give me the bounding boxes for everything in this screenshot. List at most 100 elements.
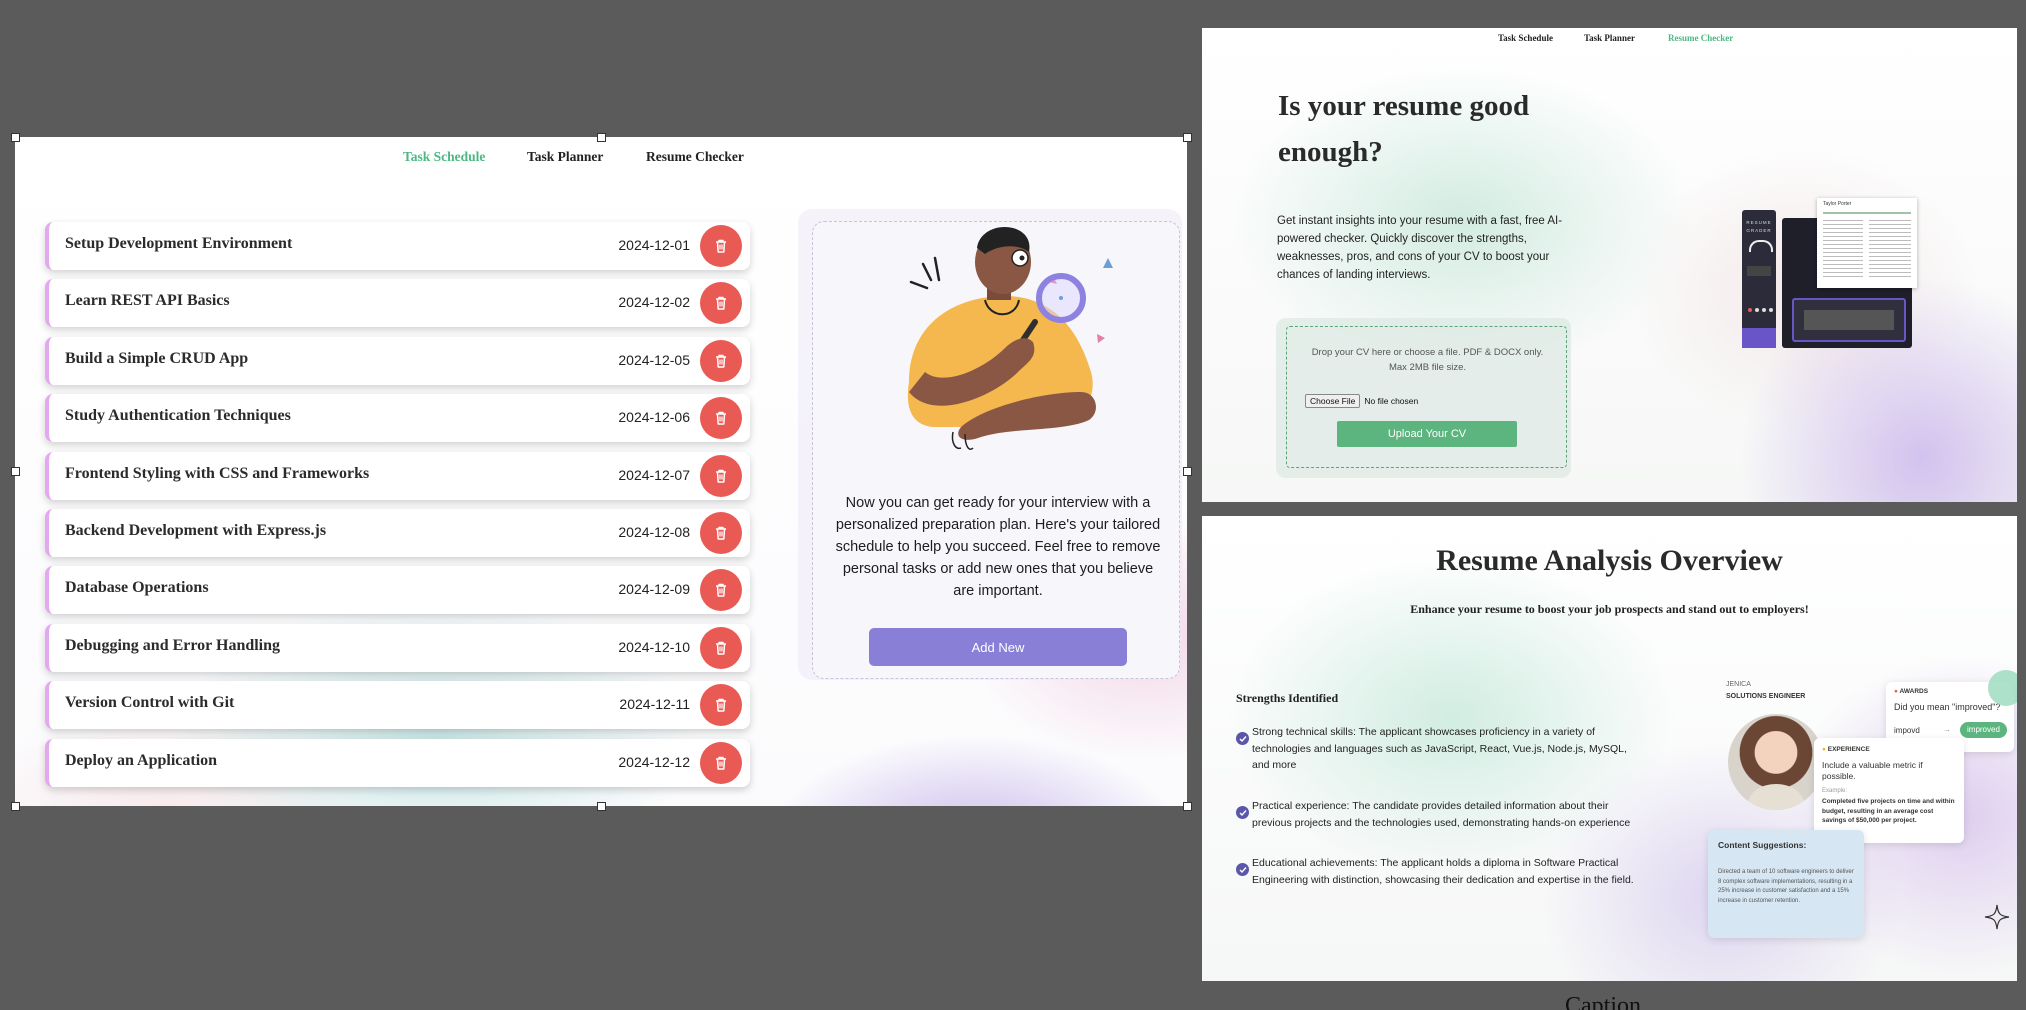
awards-label: ● AWARDS: [1894, 688, 1929, 695]
nav-task-schedule[interactable]: Task Schedule: [403, 149, 485, 165]
task-row: Build a Simple CRUD App 2024-12-05: [45, 336, 750, 385]
top-nav: Task Schedule Task Planner Resume Checke…: [15, 149, 1187, 169]
interview-illustration: [907, 226, 1113, 450]
task-title: Deploy an Application: [65, 751, 218, 769]
nav-resume-checker[interactable]: Resume Checker: [1668, 33, 1733, 43]
resize-handle-br[interactable]: [1183, 802, 1192, 811]
resize-handle-tl[interactable]: [11, 133, 20, 142]
arrow-right-icon: →: [1943, 725, 1951, 734]
resize-handle-tr[interactable]: [1183, 133, 1192, 142]
info-text: Now you can get ready for your interview…: [835, 495, 1161, 599]
strength-text: Strong technical skills: The applicant s…: [1252, 726, 1627, 771]
resize-handle-r[interactable]: [1183, 467, 1192, 476]
strength-item: Practical experience: The candidate prov…: [1236, 798, 1636, 834]
check-icon: [1236, 863, 1249, 876]
task-title: Database Operations: [65, 579, 209, 597]
grader-machine: RESUME GRADER: [1742, 210, 1776, 348]
task-title: Build a Simple CRUD App: [65, 349, 249, 367]
delete-task-button[interactable]: [700, 512, 742, 554]
resume-grader-illustration: RESUME GRADER Taylor Porter: [1742, 198, 1942, 358]
task-row: Backend Development with Express.js 2024-…: [45, 509, 750, 557]
analysis-subtitle: Enhance your resume to boost your job pr…: [1410, 602, 1809, 616]
grader-label-1: RESUME: [1746, 220, 1772, 225]
profile-role: SOLUTIONS ENGINEER: [1726, 693, 1806, 700]
task-title: Backend Development with Express.js: [65, 522, 327, 539]
top-nav: Task Schedule Task Planner Resume Checke…: [1202, 33, 2017, 47]
avatar: [1728, 714, 1824, 810]
example-text: Completed five projects on time and with…: [1822, 798, 1955, 824]
task-date: 2024-12-12: [618, 753, 690, 770]
caption: Caption: [1565, 994, 1641, 1010]
task-title: Frontend Styling with CSS and Frameworks: [65, 464, 370, 482]
task-title: Study Authentication Techniques: [65, 407, 291, 425]
drop-zone[interactable]: Drop your CV here or choose a file. PDF …: [1286, 326, 1567, 468]
task-title: Learn REST API Basics: [65, 292, 230, 310]
gauge-icon: [1749, 240, 1773, 252]
experience-card: ● EXPERIENCE Include a valuable metric i…: [1814, 738, 1964, 843]
trash-icon: [716, 354, 726, 368]
delete-task-button[interactable]: [700, 454, 742, 497]
task-date: 2024-12-05: [618, 351, 690, 368]
profile-name: JENICA: [1726, 681, 1751, 688]
nav-task-planner[interactable]: Task Planner: [1584, 33, 1635, 43]
task-title: Setup Development Environment: [65, 235, 293, 252]
task-row: Frontend Styling with CSS and Frameworks…: [45, 451, 750, 500]
task-row: Database Operations 2024-12-09: [45, 566, 750, 615]
delete-task-button[interactable]: [700, 397, 742, 440]
task-date: 2024-12-11: [619, 696, 690, 713]
strengths-heading: Strengths Identified: [1236, 691, 1339, 705]
trash-icon: [716, 584, 726, 598]
nav-task-planner[interactable]: Task Planner: [527, 149, 603, 165]
info-card-inner: Now you can get ready for your interview…: [812, 221, 1180, 679]
delete-task-button[interactable]: [700, 225, 742, 267]
content-suggestions-card: Content Suggestions: Directed a team of …: [1708, 830, 1864, 938]
file-status: No file chosen: [1364, 396, 1419, 406]
strength-item: Strong technical skills: The applicant s…: [1236, 724, 1636, 776]
resize-handle-b[interactable]: [597, 802, 606, 811]
resume-checker-panel: Task Schedule Task Planner Resume Checke…: [1202, 28, 2017, 502]
delete-task-button[interactable]: [700, 741, 742, 784]
resume-paper: Taylor Porter: [1817, 198, 1917, 288]
task-row: Version Control with Git 2024-12-11: [45, 681, 750, 730]
upload-cv-button[interactable]: Upload Your CV: [1337, 421, 1517, 447]
sparkle-icon: [1984, 904, 2010, 930]
add-new-button[interactable]: Add New: [869, 628, 1127, 666]
choose-file-button[interactable]: Choose File: [1305, 394, 1361, 408]
decorative-circle: [1988, 670, 2017, 706]
task-date: 2024-12-06: [618, 409, 690, 426]
nav-task-schedule[interactable]: Task Schedule: [1498, 33, 1553, 43]
content-suggestions-text: Directed a team of 10 software engineers…: [1718, 869, 1854, 904]
resize-handle-t[interactable]: [597, 133, 606, 142]
awards-suggestion-chip[interactable]: improved: [1960, 722, 2007, 738]
grader-label-2: GRADER: [1746, 228, 1772, 233]
delete-task-button[interactable]: [700, 684, 742, 727]
file-input[interactable]: Choose File No file chosen: [1305, 394, 1418, 408]
delete-task-button[interactable]: [700, 626, 742, 669]
task-schedule-panel: Task Schedule Task Planner Resume Checke…: [15, 137, 1187, 806]
resize-handle-bl[interactable]: [11, 802, 20, 811]
awards-wrong-word: impovd: [1894, 726, 1920, 735]
trash-icon: [716, 698, 726, 712]
delete-task-button[interactable]: [700, 569, 742, 612]
strength-text: Practical experience: The candidate prov…: [1252, 800, 1631, 829]
task-title: Version Control with Git: [65, 694, 235, 712]
check-icon: [1236, 732, 1249, 745]
example-label: Example:: [1822, 788, 1848, 794]
resize-handle-l[interactable]: [11, 467, 20, 476]
printer-tray: [1792, 298, 1906, 342]
analysis-title: Resume Analysis Overview: [1436, 544, 1783, 577]
resume-analysis-panel: Resume Analysis Overview Enhance your re…: [1202, 516, 2017, 981]
trash-icon: [716, 469, 726, 483]
delete-task-button[interactable]: [700, 282, 742, 325]
drop-zone-text: Drop your CV here or choose a file. PDF …: [1311, 347, 1544, 373]
delete-task-button[interactable]: [700, 339, 742, 382]
task-date: 2024-12-02: [618, 294, 690, 311]
grader-screen: [1747, 266, 1771, 276]
content-suggestions-title: Content Suggestions:: [1718, 840, 1807, 850]
hero-heading: Is your resume good enough?: [1278, 90, 1530, 168]
task-row: Study Authentication Techniques 2024-12-0…: [45, 394, 750, 443]
task-date: 2024-12-10: [618, 638, 690, 655]
hero-description: Get instant insights into your resume wi…: [1277, 215, 1563, 281]
nav-resume-checker[interactable]: Resume Checker: [646, 149, 744, 165]
task-row: Setup Development Environment 2024-12-01: [45, 222, 750, 270]
